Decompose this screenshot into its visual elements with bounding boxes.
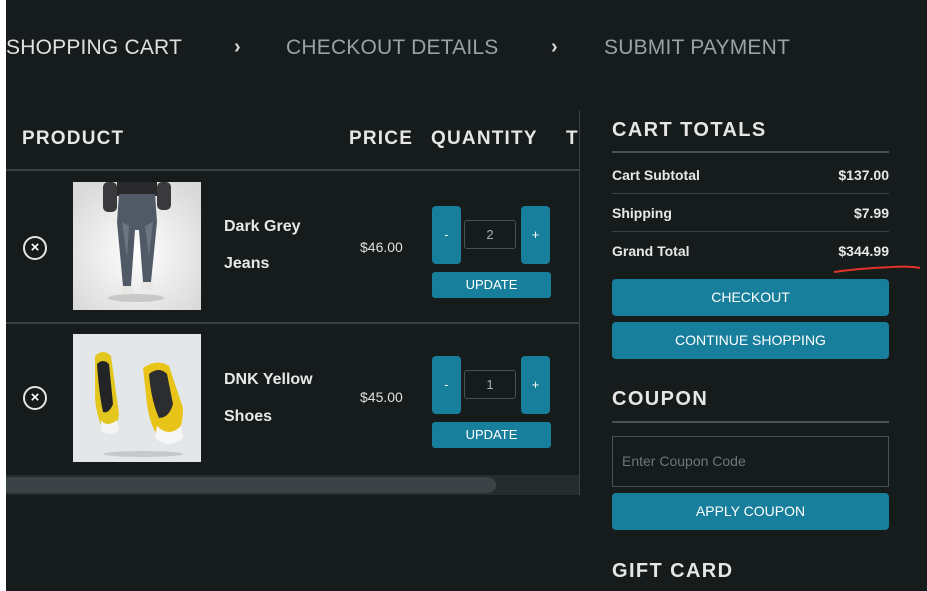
column-header-total: TOTAL [566, 128, 579, 149]
update-quantity-button[interactable]: UPDATE [432, 422, 551, 448]
coupon-heading: COUPON [612, 388, 709, 410]
quantity-decrease-button[interactable]: - [432, 206, 461, 264]
coupon-code-input[interactable]: Enter Coupon Code [612, 436, 889, 487]
product-name[interactable]: Dark Grey Jeans [224, 208, 334, 282]
subtotal-row: Cart Subtotal $137.00 [612, 156, 889, 194]
grand-total-value: $344.99 [838, 243, 889, 259]
column-header-product: PRODUCT [22, 128, 125, 149]
remove-item-button[interactable]: × [23, 236, 47, 260]
product-price: $45.00 [360, 389, 403, 405]
quantity-input[interactable]: 1 [464, 370, 516, 399]
column-header-price: PRICE [349, 128, 414, 149]
breadcrumb-submit-payment[interactable]: SUBMIT PAYMENT [604, 36, 790, 60]
heading-rule [612, 421, 889, 423]
cart-page: SHOPPING CART › CHECKOUT DETAILS › SUBMI… [6, 0, 927, 591]
breadcrumb-checkout-details[interactable]: CHECKOUT DETAILS [286, 36, 498, 60]
chevron-right-icon: › [234, 36, 241, 58]
cart-totals-heading: CART TOTALS [612, 119, 767, 141]
continue-shopping-button[interactable]: CONTINUE SHOPPING [612, 322, 889, 359]
product-thumbnail-shoes[interactable] [73, 334, 201, 462]
jeans-image [73, 182, 201, 310]
shipping-label: Shipping [612, 205, 672, 221]
remove-item-button[interactable]: × [23, 386, 47, 410]
subtotal-value: $137.00 [838, 167, 889, 183]
grand-total-row: Grand Total $344.99 [612, 232, 889, 270]
scrollbar-thumb[interactable] [6, 477, 496, 493]
grand-total-label: Grand Total [612, 243, 690, 259]
shipping-row: Shipping $7.99 [612, 194, 889, 232]
quantity-decrease-button[interactable]: - [432, 356, 461, 414]
product-name[interactable]: DNK Yellow Shoes [224, 361, 334, 435]
cart-table: PRODUCT PRICE QUANTITY TOTAL × [6, 110, 580, 495]
shipping-value: $7.99 [853, 205, 889, 221]
breadcrumb-shopping-cart[interactable]: SHOPPING CART [6, 36, 182, 60]
update-quantity-button[interactable]: UPDATE [432, 272, 551, 298]
quantity-increase-button[interactable]: + [521, 356, 550, 414]
quantity-input[interactable]: 2 [464, 220, 516, 249]
chevron-right-icon: › [551, 36, 558, 58]
horizontal-scrollbar[interactable] [6, 475, 579, 495]
column-header-quantity: QUANTITY [431, 128, 538, 149]
quantity-increase-button[interactable]: + [521, 206, 550, 264]
table-row: × DNK Yellow Shoes $45.00 - 1 + UPDATE [6, 324, 579, 476]
apply-coupon-button[interactable]: APPLY COUPON [612, 493, 889, 530]
checkout-button[interactable]: CHECKOUT [612, 279, 889, 316]
shoes-image [73, 334, 201, 462]
heading-rule [612, 151, 889, 153]
product-price: $46.00 [360, 239, 403, 255]
product-thumbnail-jeans[interactable] [73, 182, 201, 310]
subtotal-label: Cart Subtotal [612, 167, 700, 183]
gift-card-heading: GIFT CARD [612, 560, 734, 582]
table-row: × Dark Grey Jeans $46.00 - 2 + UPDATE [6, 171, 579, 323]
